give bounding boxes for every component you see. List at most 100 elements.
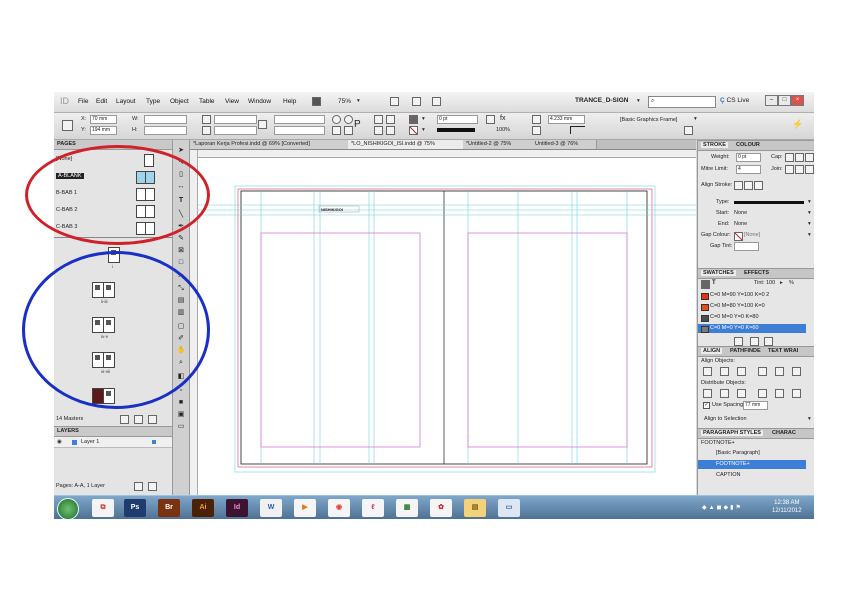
- menu-table[interactable]: Table: [199, 98, 215, 105]
- new-layer-icon[interactable]: [134, 482, 143, 491]
- maximize-button[interactable]: □: [778, 95, 791, 106]
- window-preview-icon[interactable]: ▭: [498, 499, 520, 517]
- shear-field[interactable]: [274, 126, 325, 135]
- fit-content-icon[interactable]: [532, 126, 541, 135]
- object-style-dropdown-icon[interactable]: ▾: [694, 116, 697, 122]
- scale-y-icon[interactable]: [202, 126, 211, 135]
- end-select[interactable]: None: [734, 221, 747, 227]
- zoom-dropdown-icon[interactable]: ▾: [357, 98, 360, 104]
- cs-live-button[interactable]: Ç CS Live: [720, 97, 749, 104]
- distribute-bottom-icon[interactable]: [737, 389, 746, 398]
- stroke-weight-field[interactable]: 0 pt: [437, 115, 478, 124]
- flip-vertical-icon[interactable]: [344, 126, 353, 135]
- tab-colour[interactable]: COLOUR: [734, 142, 762, 148]
- clear-overrides-icon[interactable]: [684, 126, 693, 135]
- distribute-center-v-icon[interactable]: [720, 389, 729, 398]
- tab-effects[interactable]: EFFECTS: [742, 270, 771, 276]
- swatch-row[interactable]: C=0 M=90 Y=100 K=0 2: [698, 291, 806, 300]
- end-dropdown-icon[interactable]: ▾: [808, 221, 811, 227]
- menu-object[interactable]: Object: [170, 98, 189, 105]
- search-input[interactable]: ⌕: [648, 96, 716, 108]
- selection-tool-icon[interactable]: ➤: [176, 146, 186, 155]
- coreldraw-icon[interactable]: ✿: [430, 499, 452, 517]
- zoom-level[interactable]: 75%: [338, 98, 351, 105]
- word-icon[interactable]: W: [260, 499, 282, 517]
- distribute-right-icon[interactable]: [792, 389, 801, 398]
- swatch-row[interactable]: C=0 M=0 Y=0 K=60: [698, 324, 806, 333]
- menu-layout[interactable]: Layout: [116, 98, 136, 105]
- use-spacing-checkbox[interactable]: ✓: [703, 402, 710, 409]
- edit-page-size-icon[interactable]: [120, 415, 129, 424]
- swatch-view-icon[interactable]: [734, 337, 743, 346]
- document-canvas[interactable]: NISHIKIGOI: [198, 158, 696, 504]
- lightning-icon[interactable]: ⚡: [792, 119, 803, 130]
- new-page-icon[interactable]: [134, 415, 143, 424]
- cap-round-icon[interactable]: [795, 153, 804, 162]
- swatch-row[interactable]: C=0 M=0 Y=0 K=80: [698, 313, 806, 322]
- pencil-tool-icon[interactable]: ✎: [176, 234, 186, 243]
- delete-page-icon[interactable]: [148, 415, 157, 424]
- distribute-left-icon[interactable]: [758, 389, 767, 398]
- h-field[interactable]: [144, 126, 187, 135]
- gap-colour-dropdown-icon[interactable]: ▾: [808, 232, 811, 238]
- illustrator-icon[interactable]: Ai: [192, 499, 214, 517]
- paragraph-style-row[interactable]: CAPTION: [698, 471, 806, 480]
- system-clock[interactable]: 12:38 AM 12/11/2012: [772, 499, 802, 515]
- start-dropdown-icon[interactable]: ▾: [808, 210, 811, 216]
- align-bottom-icon[interactable]: [792, 367, 801, 376]
- swatch-text-icon[interactable]: T: [712, 280, 716, 286]
- mitre-limit-field[interactable]: 4: [736, 165, 761, 174]
- stroke-dropdown-icon[interactable]: ▾: [422, 127, 425, 133]
- bridge-icon[interactable]: [312, 97, 321, 106]
- rectangle-tool-icon[interactable]: □: [176, 258, 186, 267]
- media-player-icon[interactable]: ▶: [294, 499, 316, 517]
- select-content-icon[interactable]: [374, 126, 383, 135]
- tab-untitled-2[interactable]: *Untitled-2 @ 75%: [463, 140, 536, 149]
- stroke-type-select[interactable]: [734, 201, 804, 204]
- minimize-button[interactable]: –: [765, 95, 778, 106]
- view-mode-icon[interactable]: ▣: [176, 410, 186, 419]
- distribute-top-icon[interactable]: [703, 389, 712, 398]
- align-to-dropdown-icon[interactable]: ▾: [808, 416, 811, 422]
- join-bevel-icon[interactable]: [805, 165, 814, 174]
- stroke-swatch-icon[interactable]: [409, 126, 418, 135]
- system-tray-icons[interactable]: ◆▲◼◆▮⚑: [702, 504, 762, 512]
- workspace-dropdown-icon[interactable]: ▾: [637, 98, 640, 104]
- align-to-select[interactable]: Align to Selection: [704, 416, 747, 422]
- bridge-app-icon[interactable]: Br: [158, 499, 180, 517]
- rotate-cw-icon[interactable]: [332, 115, 341, 124]
- spacing-field[interactable]: 77 mm: [743, 401, 768, 410]
- align-center-h-icon[interactable]: [720, 367, 729, 376]
- align-stroke-center-icon[interactable]: [734, 181, 743, 190]
- scale-x-icon[interactable]: [202, 115, 211, 124]
- menu-edit[interactable]: Edit: [96, 98, 107, 105]
- tab-text-wrap[interactable]: TEXT WRAI: [766, 348, 800, 354]
- close-button[interactable]: ×: [791, 95, 804, 106]
- join-round-icon[interactable]: [795, 165, 804, 174]
- transform-again-icon[interactable]: [486, 115, 495, 124]
- layer-row[interactable]: ◉ Layer 1: [54, 437, 172, 448]
- select-next-icon[interactable]: [386, 126, 395, 135]
- tint-dropdown-icon[interactable]: ▸: [780, 280, 783, 286]
- view-options-icon[interactable]: [390, 97, 399, 106]
- gap-colour-select[interactable]: [None]: [744, 232, 760, 238]
- menu-file[interactable]: File: [78, 98, 88, 105]
- scale-x-field[interactable]: [214, 115, 257, 124]
- reference-point-icon[interactable]: [62, 120, 73, 131]
- weight-field[interactable]: 0 pt: [736, 153, 761, 162]
- align-left-icon[interactable]: [703, 367, 712, 376]
- start-select[interactable]: None: [734, 210, 747, 216]
- y-field[interactable]: 194 mm: [90, 126, 117, 135]
- tab-lo-nishikigoi[interactable]: *LO_NISHIKIGOI_ISI.indd @ 75%: [348, 140, 467, 149]
- eye-icon[interactable]: ◉: [57, 439, 62, 445]
- menu-help[interactable]: Help: [283, 98, 296, 105]
- distribute-center-h-icon[interactable]: [775, 389, 784, 398]
- tab-untitled-3[interactable]: Untitled-3 @ 76%: [532, 140, 597, 149]
- fill-swatch-icon[interactable]: [409, 115, 418, 124]
- stroke-type-preview[interactable]: [437, 128, 475, 132]
- screen-mode-icon[interactable]: [412, 97, 421, 106]
- game-app-icon[interactable]: ▦: [396, 499, 418, 517]
- fx-icon[interactable]: fx: [500, 115, 505, 122]
- align-stroke-outside-icon[interactable]: [754, 181, 763, 190]
- cap-square-icon[interactable]: [805, 153, 814, 162]
